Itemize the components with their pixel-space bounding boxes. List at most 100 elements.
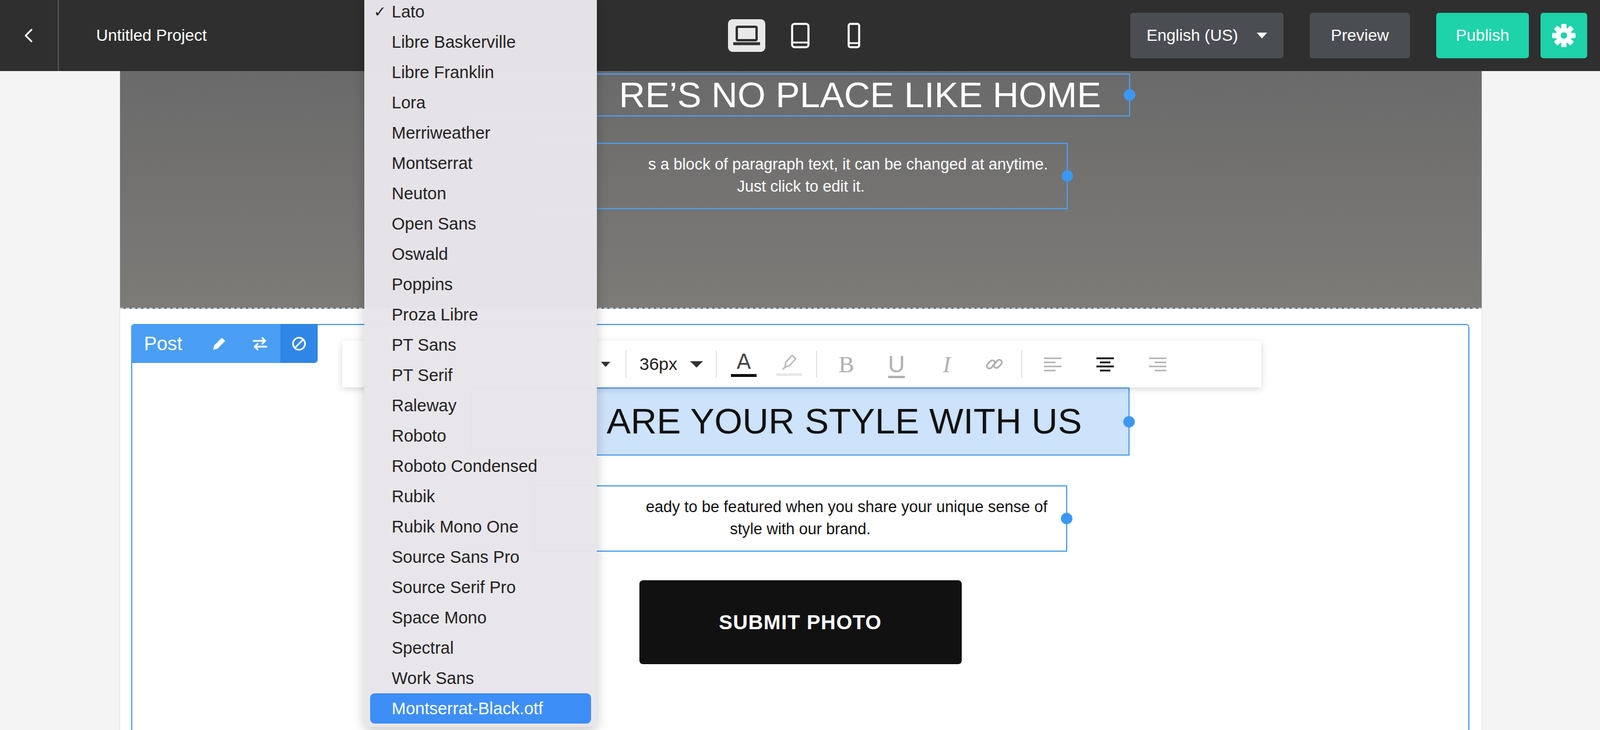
language-label: English (US): [1146, 26, 1239, 45]
font-name: Lato: [391, 2, 425, 22]
caret-down-icon: [690, 361, 703, 368]
text-color-button[interactable]: A: [725, 345, 763, 384]
font-menu-item[interactable]: Neuton: [370, 178, 592, 209]
ban-icon: [290, 335, 308, 353]
font-menu-item[interactable]: Montserrat: [370, 148, 592, 179]
top-bar-actions: English (US) Preview Publish: [872, 12, 1600, 59]
font-name: Libre Franklin: [391, 62, 495, 83]
font-menu-item[interactable]: Rubik Mono One: [370, 511, 592, 543]
edit-button[interactable]: [198, 324, 240, 364]
font-menu-item[interactable]: PT Sans: [370, 329, 592, 361]
phone-icon: [846, 22, 861, 49]
resize-handle[interactable]: [1061, 170, 1074, 182]
project-title[interactable]: Untitled Project: [58, 26, 207, 45]
align-button[interactable]: [1135, 345, 1180, 384]
back-button[interactable]: [0, 0, 59, 72]
text-color-swatch: [730, 374, 757, 378]
font-menu-item[interactable]: Rubik: [370, 481, 592, 512]
align-button[interactable]: [1030, 345, 1075, 384]
font-menu-item[interactable]: Oswald: [370, 238, 592, 270]
font-menu-item[interactable]: Poppins: [370, 269, 592, 300]
font-menu-item[interactable]: Raleway: [370, 390, 592, 421]
align-button[interactable]: [1082, 345, 1128, 384]
swap-button[interactable]: [239, 324, 281, 364]
highlighter-icon: [779, 353, 800, 372]
settings-button[interactable]: [1540, 12, 1588, 59]
font-name: Montserrat-Black.otf: [391, 699, 543, 719]
device-switcher: [728, 19, 873, 52]
caret-down-icon: [600, 361, 611, 368]
font-name: Neuton: [391, 184, 447, 204]
device-button[interactable]: [728, 19, 766, 52]
link-icon: [983, 353, 1005, 375]
format-button[interactable]: B: [825, 345, 868, 384]
paragraph-line: Just click to edit it.: [535, 176, 1067, 199]
resize-handle[interactable]: [1123, 89, 1136, 101]
post-block[interactable]: Post 36px A BUI ARE YOUR STYLE WITH US e…: [131, 324, 1470, 730]
font-menu-item[interactable]: Proza Libre: [370, 299, 592, 330]
resize-handle[interactable]: [1060, 512, 1073, 525]
font-menu-item[interactable]: Space Mono: [370, 602, 592, 634]
align-center-icon: [1095, 356, 1116, 372]
laptop-icon: [733, 25, 761, 47]
font-menu-item[interactable]: Libre Baskerville: [370, 26, 592, 58]
disable-button[interactable]: [280, 324, 318, 364]
font-menu-item[interactable]: Open Sans: [370, 208, 592, 239]
submit-photo-button[interactable]: SUBMIT PHOTO: [639, 580, 962, 665]
top-bar: Untitled Project English (US) Preview Pu…: [0, 0, 1600, 72]
font-menu-item[interactable]: Source Sans Pro: [370, 542, 592, 573]
font-menu-item[interactable]: Work Sans: [370, 663, 592, 694]
font-menu-item[interactable]: Roboto Condensed: [370, 451, 592, 482]
font-menu-item[interactable]: Montserrat-Black.otf: [370, 693, 592, 724]
font-menu-item[interactable]: Roboto: [370, 420, 592, 452]
hero-paragraph[interactable]: s a block of paragraph text, it can be c…: [533, 142, 1068, 210]
font-family-menu: ✓ Lato Libre Baskerville Libre Franklin …: [364, 0, 597, 728]
font-size-value: 36px: [639, 354, 678, 375]
font-family-dropdown[interactable]: [593, 345, 618, 384]
device-button[interactable]: [781, 19, 819, 52]
font-name: Work Sans: [391, 669, 474, 689]
font-name: Proza Libre: [391, 305, 478, 325]
gear-icon: [1551, 22, 1577, 49]
tablet-icon: [790, 22, 811, 49]
chevron-left-icon: [20, 26, 38, 45]
font-menu-item[interactable]: Source Serif Pro: [370, 572, 592, 603]
font-name: PT Sans: [391, 335, 457, 355]
toolbar-separator: [625, 350, 627, 378]
font-name: Roboto: [391, 426, 447, 446]
font-menu-item[interactable]: Libre Franklin: [370, 57, 592, 88]
publish-button[interactable]: Publish: [1436, 12, 1529, 59]
format-button[interactable]: U: [875, 345, 918, 384]
post-heading-text: ARE YOUR STYLE WITH US: [606, 401, 1082, 442]
page-canvas: RE’S NO PLACE LIKE HOME s a block of par…: [119, 71, 1483, 730]
hero-section[interactable]: RE’S NO PLACE LIKE HOME s a block of par…: [120, 71, 1482, 309]
font-menu-item[interactable]: ✓ Lato: [370, 0, 592, 27]
editor-screen: Untitled Project English (US) Preview Pu…: [0, 0, 1600, 730]
language-dropdown[interactable]: English (US): [1130, 12, 1284, 59]
format-button[interactable]: I: [925, 345, 968, 384]
font-name: Space Mono: [391, 608, 487, 628]
font-menu-item[interactable]: Spectral: [370, 633, 592, 664]
post-paragraph[interactable]: eady to be featured when you share your …: [533, 485, 1068, 552]
font-size-dropdown[interactable]: 36px: [634, 345, 708, 384]
device-button[interactable]: [835, 19, 873, 52]
font-menu-item[interactable]: Lora: [370, 87, 592, 118]
link-button[interactable]: [975, 345, 1014, 384]
caret-down-icon: [1256, 32, 1268, 39]
block-badge: Post: [131, 324, 318, 364]
font-name: Source Sans Pro: [391, 547, 520, 568]
font-name: Libre Baskerville: [391, 32, 516, 52]
preview-button[interactable]: Preview: [1309, 12, 1410, 59]
font-menu-item[interactable]: Merriweather: [370, 117, 592, 149]
font-name: Raleway: [391, 396, 457, 416]
toolbar-separator: [816, 350, 818, 378]
align-left-icon: [1042, 356, 1063, 372]
block-type-label: Post: [131, 332, 199, 355]
highlight-swatch: [776, 373, 803, 376]
text-color-label: A: [736, 351, 752, 373]
resize-handle[interactable]: [1123, 416, 1135, 428]
highlight-button[interactable]: [770, 345, 808, 384]
font-menu-item[interactable]: PT Serif: [370, 360, 592, 391]
font-name: Merriweather: [391, 123, 491, 143]
font-name: PT Serif: [391, 366, 453, 386]
